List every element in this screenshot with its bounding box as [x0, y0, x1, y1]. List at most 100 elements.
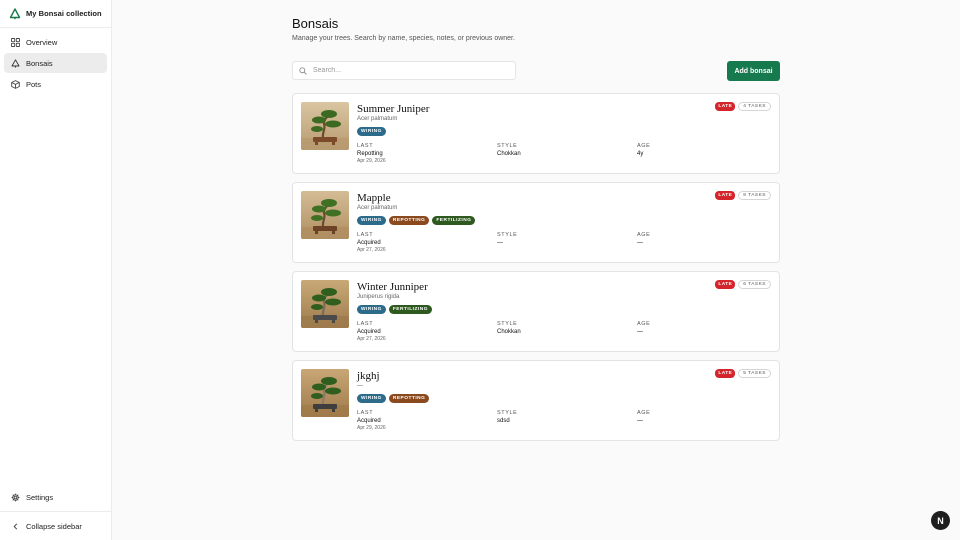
sidebar-item-bonsais[interactable]: Bonsais: [4, 53, 107, 73]
last-value: Acquired: [357, 329, 381, 335]
last-date: Apr 27, 2026: [357, 336, 386, 342]
style-label: STYLE: [497, 321, 518, 327]
tag-wiring: WIRING: [357, 305, 386, 314]
sidebar-item-overview[interactable]: Overview: [4, 32, 107, 52]
tasks-badge: 5 TASKS: [738, 369, 771, 378]
status-badges: LATE 6 TASKS: [715, 280, 771, 289]
bonsai-name: jkghj: [357, 370, 380, 382]
age-field: AGE 4y: [637, 143, 650, 157]
last-label: LAST: [357, 143, 374, 149]
age-field: AGE —: [637, 410, 650, 424]
last-date: Apr 29, 2026: [357, 425, 386, 431]
style-value: Chokkan: [497, 151, 521, 157]
late-badge: LATE: [715, 191, 736, 200]
tag-wiring: WIRING: [357, 394, 386, 403]
bonsai-list: Summer Juniper Acer palmatum WIRING LAST…: [292, 93, 780, 449]
bonsai-card[interactable]: Winter Junniper Juniperus rigida WIRING F…: [292, 271, 780, 352]
age-label: AGE: [637, 143, 651, 149]
sidebar-nav: Overview Bonsais Pots: [0, 28, 111, 99]
late-badge: LATE: [715, 369, 736, 378]
tag-list: WIRING FERTILIZING: [357, 305, 432, 314]
bonsai-name: Winter Junniper: [357, 281, 428, 293]
tasks-badge: 6 TASKS: [738, 280, 771, 289]
age-label: AGE: [637, 410, 651, 416]
last-label: LAST: [357, 321, 374, 327]
tag-wiring: WIRING: [357, 127, 386, 136]
age-field: AGE —: [637, 321, 650, 335]
last-value: Repotting: [357, 151, 383, 157]
bonsai-photo: [301, 191, 349, 239]
tag-list: WIRING REPOTTING FERTILIZING: [357, 216, 476, 225]
age-value: 4y: [637, 151, 644, 157]
last-field: LAST Repotting Apr 29, 2026: [357, 143, 386, 164]
user-avatar[interactable]: N: [931, 511, 950, 530]
status-badges: LATE 8 TASKS: [715, 191, 771, 200]
style-value: sdsd: [497, 418, 510, 424]
box-icon: [10, 79, 20, 89]
sidebar-item-label: Pots: [26, 79, 42, 89]
tree-logo-icon: [9, 7, 21, 20]
last-field: LAST Acquired Apr 29, 2026: [357, 410, 386, 431]
bonsai-name: Mapple: [357, 192, 391, 204]
brand[interactable]: My Bonsai collection: [0, 0, 111, 28]
style-field: STYLE sdsd: [497, 410, 517, 424]
last-field: LAST Acquired Apr 27, 2026: [357, 321, 386, 342]
style-value: —: [497, 240, 503, 246]
tasks-badge: 8 TASKS: [738, 191, 771, 200]
last-field: LAST Acquired Apr 27, 2026: [357, 232, 386, 253]
late-badge: LATE: [715, 102, 736, 111]
age-value: —: [637, 418, 643, 424]
sidebar-footer: Settings Collapse sidebar: [0, 487, 112, 540]
bonsai-species: Juniperus rigida: [357, 294, 400, 300]
tag-repotting: REPOTTING: [388, 216, 430, 225]
age-value: —: [637, 329, 643, 335]
tag-list: WIRING REPOTTING: [357, 394, 430, 403]
search-input[interactable]: [313, 67, 503, 74]
divider: [0, 511, 112, 512]
bonsai-species: —: [357, 383, 363, 389]
bonsai-card[interactable]: Mapple Acer palmatum WIRING REPOTTING FERT…: [292, 182, 780, 263]
grid-icon: [10, 37, 20, 47]
style-field: STYLE —: [497, 232, 517, 246]
collapse-sidebar-button[interactable]: Collapse sidebar: [0, 516, 112, 536]
bonsai-card[interactable]: Summer Juniper Acer palmatum WIRING LAST…: [292, 93, 780, 174]
page-title: Bonsais: [292, 16, 339, 31]
search-icon: [299, 66, 307, 75]
age-label: AGE: [637, 232, 651, 238]
tag-wiring: WIRING: [357, 216, 386, 225]
age-value: —: [637, 240, 643, 246]
bonsai-photo: [301, 280, 349, 328]
sidebar-item-label: Bonsais: [26, 58, 53, 68]
bonsai-species: Acer palmatum: [357, 205, 398, 211]
bonsai-species: Acer palmatum: [357, 116, 398, 122]
last-label: LAST: [357, 232, 374, 238]
tag-list: WIRING: [357, 127, 386, 136]
status-badges: LATE 5 TASKS: [715, 369, 771, 378]
tree-icon: [10, 58, 20, 68]
sidebar: My Bonsai collection Overview Bonsais Po…: [0, 0, 112, 540]
bonsai-photo: [301, 369, 349, 417]
tag-fertilizing: FERTILIZING: [388, 305, 432, 314]
settings-button[interactable]: Settings: [0, 487, 112, 507]
style-label: STYLE: [497, 143, 518, 149]
sidebar-item-label: Overview: [26, 37, 58, 47]
last-value: Acquired: [357, 240, 381, 246]
gear-icon: [10, 492, 20, 502]
age-field: AGE —: [637, 232, 650, 246]
collapse-sidebar-label: Collapse sidebar: [26, 521, 82, 531]
sidebar-item-pots[interactable]: Pots: [4, 74, 107, 94]
bonsai-card[interactable]: jkghj — WIRING REPOTTING LAST Acquired Ap…: [292, 360, 780, 441]
style-label: STYLE: [497, 410, 518, 416]
search-box[interactable]: [292, 61, 516, 80]
add-bonsai-button[interactable]: Add bonsai: [727, 61, 780, 81]
last-label: LAST: [357, 410, 374, 416]
last-date: Apr 29, 2026: [357, 158, 386, 164]
last-date: Apr 27, 2026: [357, 247, 386, 253]
style-field: STYLE Chokkan: [497, 143, 521, 157]
settings-label: Settings: [26, 492, 54, 502]
bonsai-name: Summer Juniper: [357, 103, 430, 115]
status-badges: LATE 4 TASKS: [715, 102, 771, 111]
chevron-left-icon: [10, 521, 20, 531]
style-label: STYLE: [497, 232, 518, 238]
tasks-badge: 4 TASKS: [738, 102, 771, 111]
